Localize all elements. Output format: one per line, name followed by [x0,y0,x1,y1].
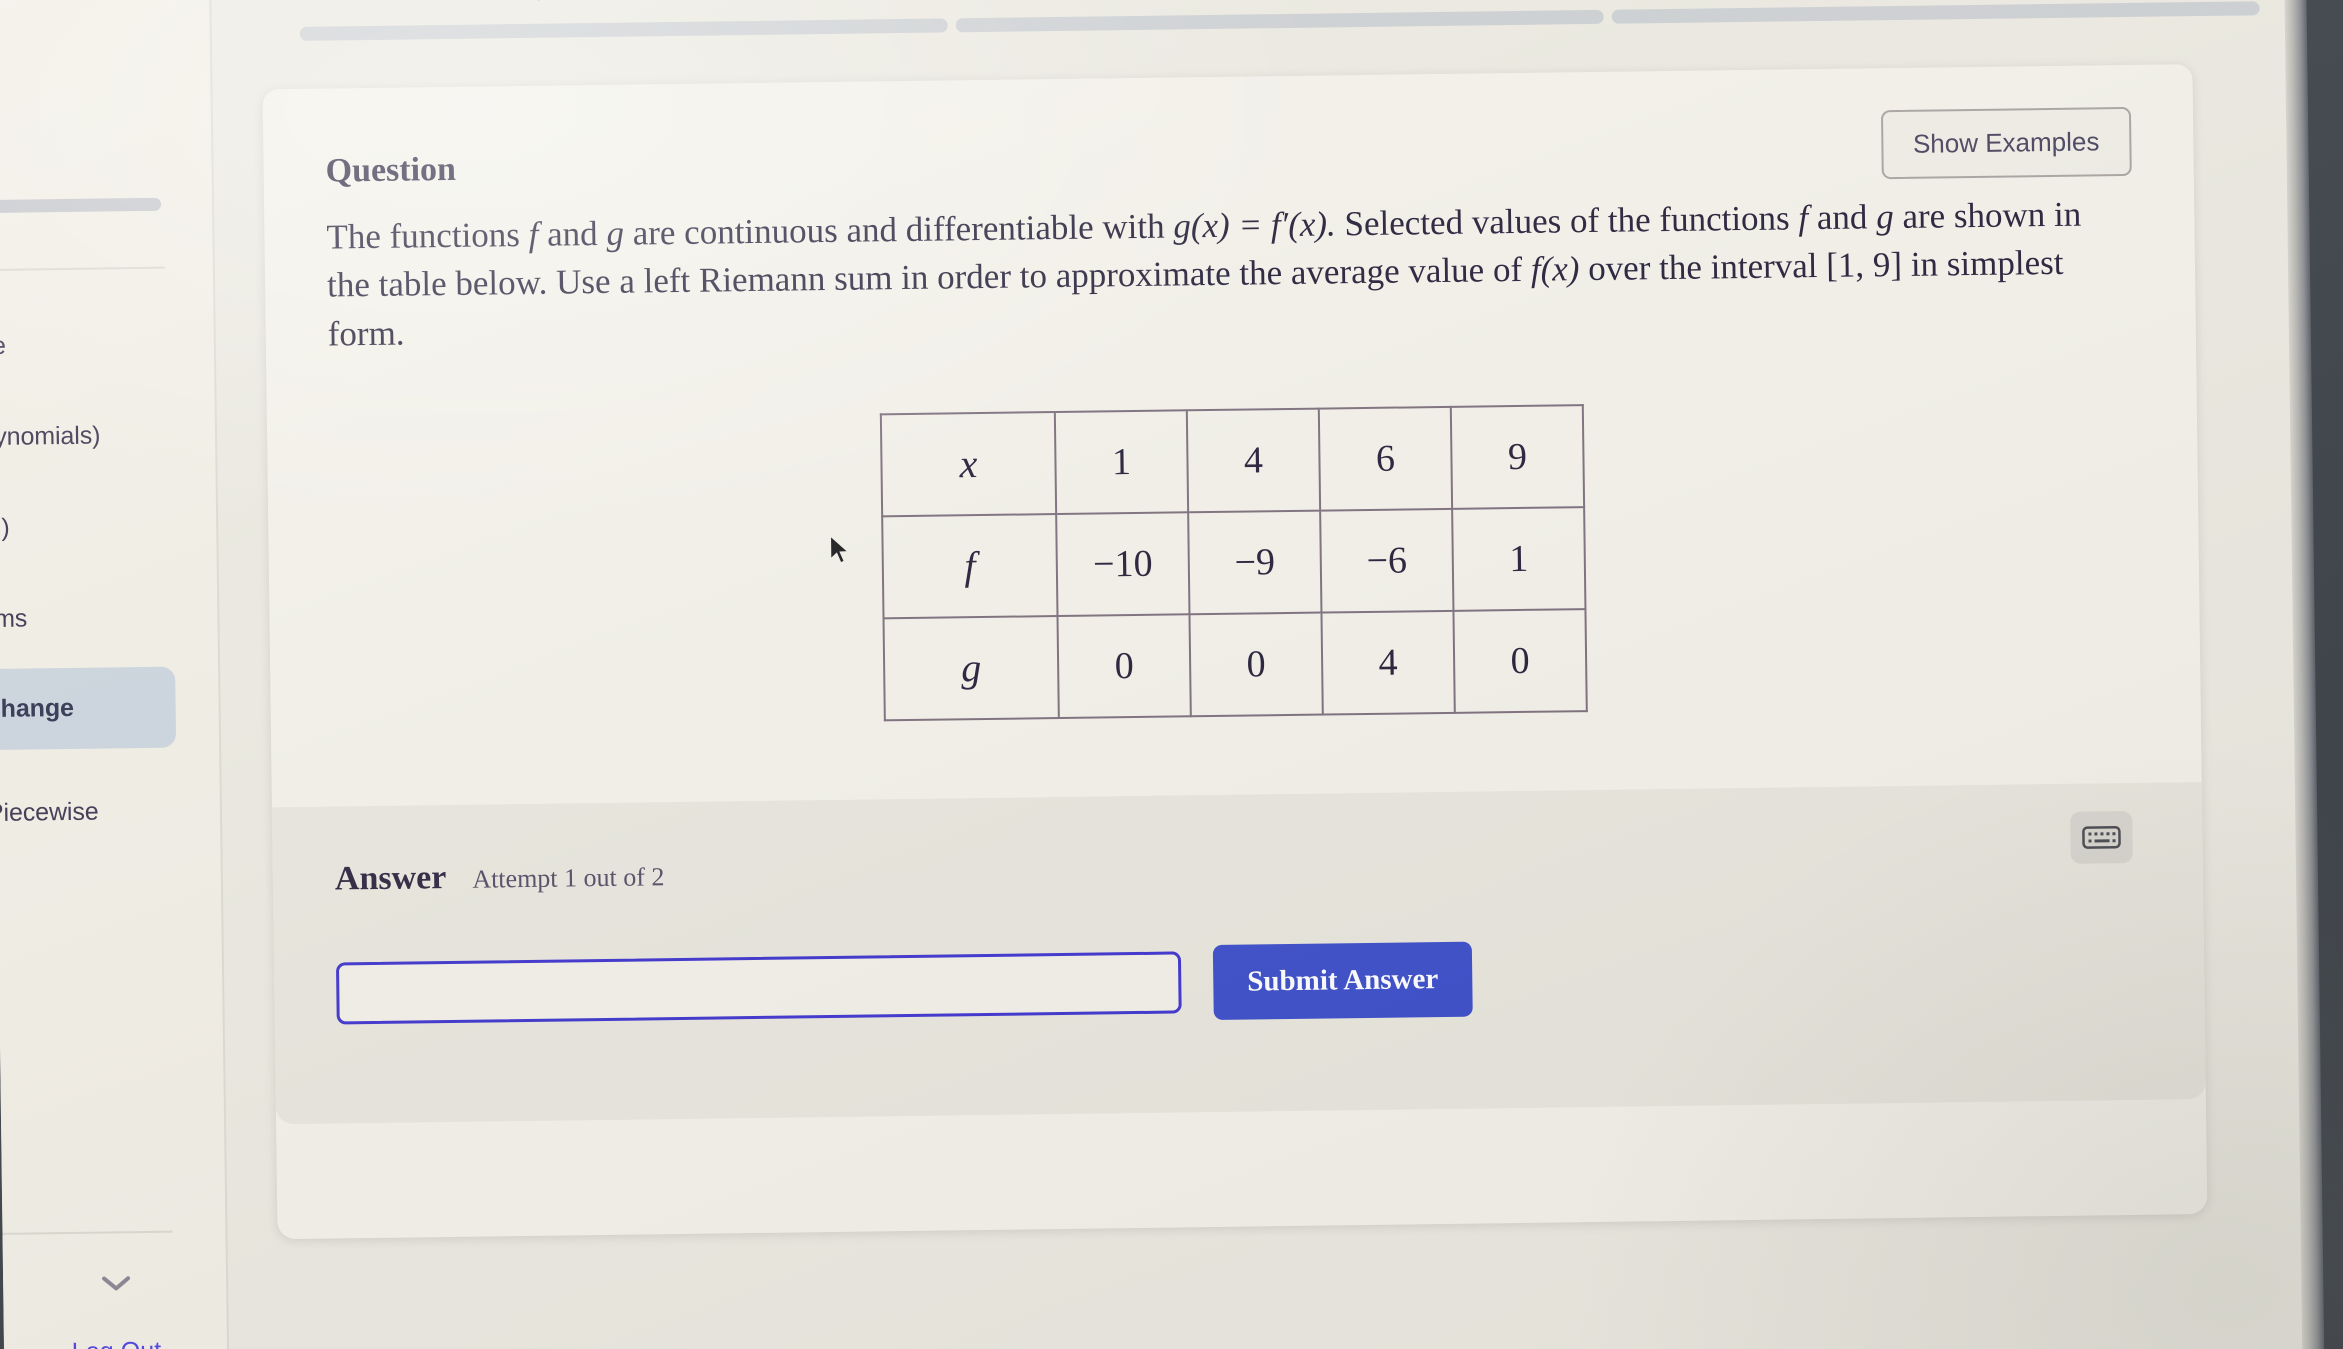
table-row: g 0 0 4 0 [883,609,1587,721]
table-cell: −6 [1320,508,1454,613]
question-text-part: and [538,213,607,254]
expression-f-of-x: f(x) [1530,249,1580,290]
table-cell: 0 [1057,614,1191,718]
question-text-part: over the interval [1579,246,1827,289]
function-symbol-f: f [1798,198,1809,238]
application-root: Change lly (Polynomials) lly (Trig) Prob… [0,0,2304,1349]
function-symbol-g: g [606,213,625,253]
interval-bracket: [1, 9] [1826,245,1903,286]
sidebar-item-label: te of Change [0,693,75,724]
question-text-part: average value of [1290,250,1532,293]
question-text-part: and [1807,197,1877,238]
progress-segment [299,18,948,41]
sidebar-item-trig[interactable]: lly (Trig) [0,499,174,557]
table-cell: 4 [1321,610,1455,715]
page-title: Question [325,150,457,190]
table-cell: 0 [1453,609,1587,713]
table-row-header-f: f [882,513,1058,619]
screen-surface: Change lly (Polynomials) lly (Trig) Prob… [0,0,2305,1349]
equation-gx-equals-fprime-x: g(x) = f′(x). [1173,204,1337,246]
answer-label: Answer [334,858,447,898]
sidebar-item-label: ue of Piecewise [0,797,99,828]
question-text: The functions f and g are continuous and… [264,175,2196,359]
progress-segment [955,9,1604,33]
table-row: f −10 −9 −6 1 [882,507,1586,619]
sidebar-footer-divider [0,1230,173,1235]
score-label: Score: [291,0,372,4]
table-cell: 1 [1054,410,1189,514]
logout-label: Log Out [72,1337,162,1349]
table-cell: 6 [1318,406,1453,511]
submit-answer-button[interactable]: Submit Answer [1212,941,1473,1020]
sidebar-item-label: lly (Trig) [0,513,10,543]
sidebar-item-label: lly (Polynomials) [0,421,101,452]
progress-bar-group [299,1,2260,41]
show-examples-label: Show Examples [1912,126,2100,159]
sidebar-item-value-of-piecewise[interactable]: ue of Piecewise [0,784,177,842]
sidebar-item-problems[interactable]: Problems [0,590,175,648]
photo-frame: Change lly (Polynomials) lly (Trig) Prob… [0,0,2343,1349]
function-symbol-g: g [1875,197,1894,237]
question-text-part: functions [1659,198,1799,240]
penalty-group: Penalty: 1 off [457,0,616,3]
progress-segment [1611,1,2260,24]
sidebar-placeholder-bar [0,197,162,214]
table-cell: 4 [1186,408,1321,513]
sidebar-item-rate-of-change[interactable]: te of Change [0,666,177,751]
answer-header: Answer Attempt 1 out of 2 [335,837,2141,899]
penalty-label: Penalty: [457,0,559,2]
question-text-part: The functions [326,214,529,257]
table-row-header-x: x [880,411,1057,517]
table-row-header-g: g [883,615,1059,721]
question-text-part: Selected values of the [1335,200,1651,244]
values-table: x 1 4 6 9 f −10 −9 −6 1 g 0 0 4 0 [879,404,1588,722]
table-cell: 1 [1452,507,1586,611]
sidebar-divider [0,266,165,272]
main-content: Score: 0/3 Penalty: 1 off Question [211,0,2304,1349]
answer-row: Submit Answer [335,933,2143,1032]
question-card: Question Show Examples The functions f a… [262,64,2208,1240]
score-value: 0/3 [379,0,416,3]
score-group: Score: 0/3 [291,0,416,5]
table-cell: −9 [1188,510,1322,615]
table-row: x 1 4 6 9 [880,405,1585,517]
show-examples-button[interactable]: Show Examples [1880,106,2132,180]
attempt-counter: Attempt 1 out of 2 [472,862,665,894]
sidebar-item-polynomials[interactable]: lly (Polynomials) [0,408,172,466]
answer-panel: Answer Attempt 1 out of 2 Submit Answer [271,781,2206,1125]
sidebar-footer: Log Out [0,1230,230,1349]
sidebar-item-label: Change [0,331,7,361]
logout-button[interactable]: Log Out [4,1336,230,1349]
sidebar-item-change[interactable]: Change [0,317,171,375]
values-table-wrapper: x 1 4 6 9 f −10 −9 −6 1 g 0 0 4 0 [267,396,2201,729]
function-symbol-f: f [528,214,539,254]
table-cell: 9 [1450,405,1585,509]
chevron-down-icon[interactable] [3,1270,228,1299]
table-cell: −10 [1056,512,1190,616]
question-text-part: are continuous and differentiable with [623,206,1174,253]
sidebar: Change lly (Polynomials) lly (Trig) Prob… [0,0,230,1349]
table-cell: 0 [1189,612,1323,717]
sidebar-item-label: Problems [0,604,28,634]
keyboard-icon[interactable] [2070,810,2133,864]
answer-input[interactable] [335,951,1182,1025]
